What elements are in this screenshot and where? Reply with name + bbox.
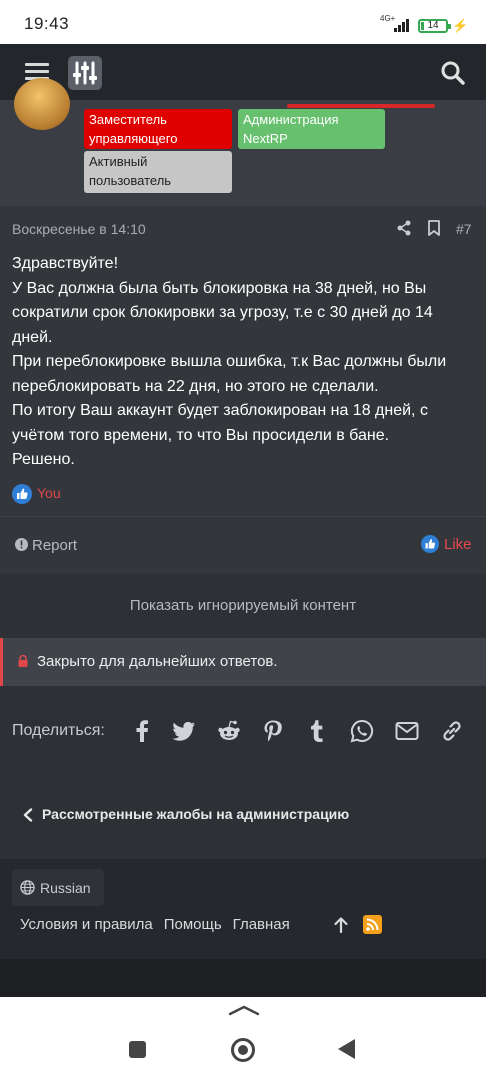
post-line: У Вас должна была быть блокировка на 38 … <box>12 279 433 346</box>
like-label: Like <box>444 536 472 553</box>
post-number-link[interactable]: #7 <box>456 221 472 237</box>
badge-administration: Администрация NextRP <box>238 109 385 149</box>
share-label: Поделиться: <box>12 722 105 739</box>
sliders-logo-icon[interactable] <box>68 56 102 90</box>
footer: Russian Условия и правила Помощь Главная <box>0 859 486 959</box>
badge-deputy-manager: Заместитель управляющего <box>84 109 232 149</box>
badge-active-user: Активный пользователь <box>84 151 232 193</box>
bookmark-icon[interactable] <box>427 220 441 236</box>
post-line: При переблокировке вышла ошибка, т.к Вас… <box>12 353 447 395</box>
facebook-icon[interactable] <box>129 718 155 744</box>
home-icon[interactable] <box>231 1038 255 1062</box>
closed-notice-text: Закрыто для дальнейших ответов. <box>37 653 278 670</box>
battery-level: 14 <box>427 20 439 31</box>
chevron-up-icon[interactable] <box>228 1003 260 1016</box>
clock: 19:43 <box>24 14 70 33</box>
reddit-icon[interactable] <box>216 718 242 744</box>
thumbs-up-icon <box>421 535 439 553</box>
post-date[interactable]: Воскресенье в 14:10 <box>12 221 146 237</box>
share-icon[interactable] <box>396 220 412 236</box>
rss-icon[interactable] <box>363 915 382 934</box>
status-bar: 19:43 4G+ 14 ⚡ <box>0 0 486 44</box>
whatsapp-icon[interactable] <box>349 718 375 744</box>
post-line: По итогу Ваш аккаунт будет заблокирован … <box>12 402 428 444</box>
system-navigation-bar <box>0 997 486 1080</box>
reaction-user[interactable]: You <box>37 485 61 501</box>
arrow-up-icon[interactable] <box>333 916 349 934</box>
info-icon <box>15 538 28 551</box>
link-icon[interactable] <box>439 718 465 744</box>
back-link-label: Рассмотренные жалобы на администрацию <box>42 806 350 822</box>
report-label: Report <box>32 537 78 554</box>
top-navbar <box>0 44 486 100</box>
globe-icon <box>20 880 35 895</box>
post-body: Здравствуйте! У Вас должна была быть бло… <box>12 252 474 473</box>
footer-link-terms[interactable]: Условия и правила <box>20 916 153 933</box>
avatar[interactable] <box>14 78 70 130</box>
footer-link-home[interactable]: Главная <box>233 916 290 933</box>
language-selector[interactable]: Russian <box>12 869 104 906</box>
footer-links: Условия и правила Помощь Главная <box>20 916 301 933</box>
post-author-block: Заместитель управляющего Администрация N… <box>0 78 486 206</box>
tumblr-icon[interactable] <box>304 718 330 744</box>
thumbs-up-icon <box>12 484 32 504</box>
twitter-icon[interactable] <box>171 718 197 744</box>
post-message: Воскресенье в 14:10 #7 Здравствуйте! У В… <box>0 206 486 574</box>
language-label: Russian <box>40 880 91 896</box>
recent-apps-icon[interactable] <box>129 1041 146 1058</box>
back-icon[interactable] <box>338 1039 355 1059</box>
lock-icon <box>17 654 29 667</box>
chevron-left-icon <box>22 808 34 822</box>
search-icon[interactable] <box>440 60 466 86</box>
divider <box>0 516 486 517</box>
show-ignored-content-link[interactable]: Показать игнорируемый контент <box>0 584 486 628</box>
signal-icon <box>394 18 412 32</box>
share-bar: Поделиться: <box>12 716 474 746</box>
thread-closed-notice: Закрыто для дальнейших ответов. <box>0 638 486 686</box>
battery-icon: 14 <box>418 19 451 33</box>
pinterest-icon[interactable] <box>260 718 286 744</box>
post-line: Решено. <box>12 451 75 468</box>
footer-bottom-bar <box>0 959 486 997</box>
charging-icon: ⚡ <box>452 18 469 33</box>
footer-link-help[interactable]: Помощь <box>164 916 222 933</box>
email-icon[interactable] <box>394 718 420 744</box>
post-line: Здравствуйте! <box>12 255 119 272</box>
user-title-bar <box>287 104 435 108</box>
